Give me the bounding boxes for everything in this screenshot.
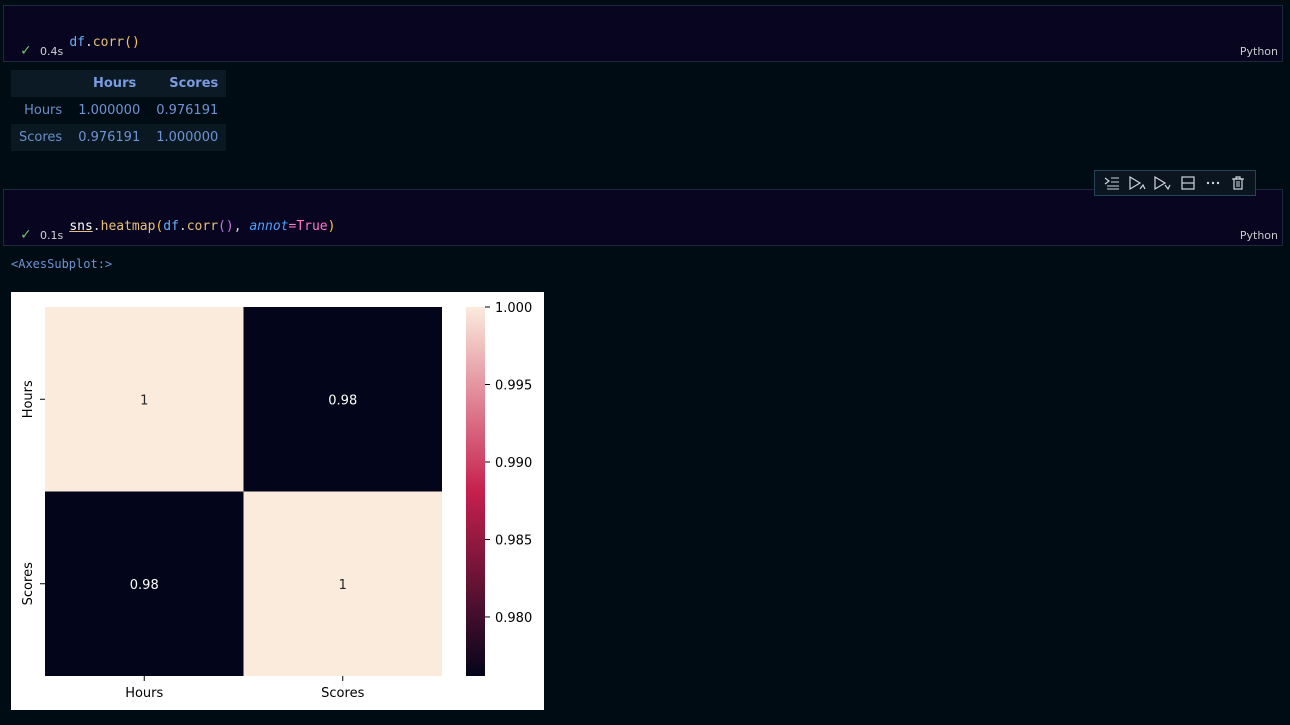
- table-header-cell: [11, 70, 71, 97]
- y-tick-label: Hours: [21, 380, 36, 418]
- dataframe-output: Hours Scores Hours 1.000000 0.976191 Sco…: [11, 70, 227, 151]
- colorbar-tick-label: 0.985: [495, 533, 532, 548]
- code-token-true: True: [296, 219, 328, 234]
- x-tick-label: Hours: [125, 686, 163, 701]
- code-token-df: df: [163, 219, 179, 234]
- colorbar-tick-label: 1.000: [495, 301, 532, 316]
- output-repr: <AxesSubplot:>: [11, 257, 113, 271]
- cell-toolbar: [1094, 170, 1256, 196]
- language-label[interactable]: Python: [1240, 229, 1278, 242]
- code-token-heatmap: heatmap: [100, 219, 156, 234]
- code-token-dot: .: [178, 219, 187, 234]
- code-token-dot: .: [84, 35, 93, 50]
- y-tick-label: Scores: [21, 562, 36, 605]
- table-header-cell: Hours: [70, 70, 149, 97]
- heatmap-annotation: 0.98: [328, 393, 357, 408]
- execute-above-icon[interactable]: [1127, 173, 1147, 193]
- code-token-corr: corr: [186, 219, 219, 234]
- split-cell-icon[interactable]: [1178, 173, 1198, 193]
- table-header-row: Hours Scores: [11, 70, 227, 97]
- table-index-cell: Scores: [11, 124, 71, 151]
- delete-icon[interactable]: [1228, 173, 1248, 193]
- table-cell: 0.976191: [70, 124, 149, 151]
- heatmap-annotation: 0.98: [130, 578, 159, 593]
- code-token-close-paren: ): [327, 219, 336, 234]
- execution-status: ✓ 0.4s: [20, 43, 63, 59]
- code-cell-2[interactable]: sns.heatmap(df.corr(), annot=True) ✓ 0.1…: [3, 189, 1283, 246]
- code-token-comma: ,: [233, 219, 250, 234]
- table-cell: 0.976191: [148, 97, 227, 124]
- heatmap-annotation: 1: [339, 578, 347, 593]
- table-header-cell: Scores: [148, 70, 227, 97]
- table-row: Hours 1.000000 0.976191: [11, 97, 227, 124]
- table-cell: 1.000000: [148, 124, 227, 151]
- code-line[interactable]: sns.heatmap(df.corr(), annot=True): [38, 204, 335, 249]
- code-token-open-paren: (: [124, 35, 132, 50]
- table-row: Scores 0.976191 1.000000: [11, 124, 227, 151]
- code-token-sns: sns: [69, 219, 93, 234]
- heatmap-annotation: 1: [140, 393, 148, 408]
- language-label[interactable]: Python: [1240, 45, 1278, 58]
- code-token-corr: corr: [92, 35, 125, 50]
- code-token-parens: (): [218, 219, 234, 234]
- check-icon: ✓: [20, 43, 32, 59]
- table-index-cell: Hours: [11, 97, 71, 124]
- x-tick-label: Scores: [321, 686, 364, 701]
- colorbar-tick-label: 0.995: [495, 378, 532, 393]
- execution-status: ✓ 0.1s: [20, 227, 63, 243]
- table-cell: 1.000000: [70, 97, 149, 124]
- code-token-df: df: [69, 35, 85, 50]
- colorbar-tick-label: 0.980: [495, 611, 532, 626]
- code-token-close-paren: ): [131, 35, 140, 50]
- execution-time: 0.4s: [40, 44, 64, 58]
- check-icon: ✓: [20, 227, 32, 243]
- more-icon[interactable]: [1203, 173, 1223, 193]
- execute-below-icon[interactable]: [1152, 173, 1172, 193]
- colorbar-tick-label: 0.990: [495, 456, 532, 471]
- heatmap-figure: 1 0.98 0.98 1 Hours Scores Hours Scores 1.000 0.9…: [11, 292, 544, 710]
- colorbar: [466, 307, 485, 676]
- heatmap-chart: 1 0.98 0.98 1 Hours Scores Hours Scores 1.000 0.9…: [21, 301, 532, 701]
- execution-time: 0.1s: [40, 228, 64, 242]
- code-token-dot: .: [92, 219, 101, 234]
- code-token-kwarg: annot: [249, 219, 289, 234]
- code-cell-1[interactable]: df.corr() ✓ 0.4s Python: [3, 5, 1283, 62]
- run-by-line-icon[interactable]: [1102, 173, 1122, 193]
